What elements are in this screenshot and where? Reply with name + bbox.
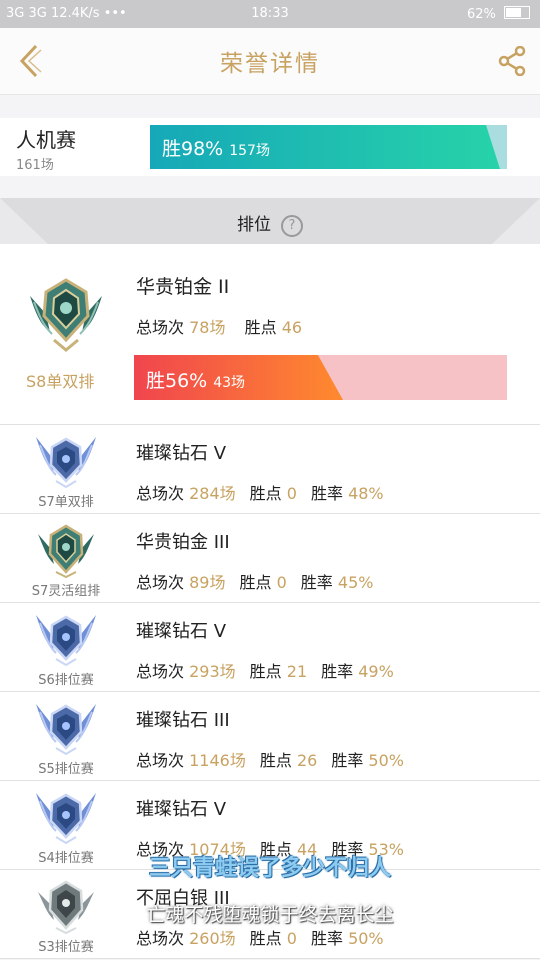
points-label: 胜点 <box>239 573 272 592</box>
share-icon <box>498 45 526 77</box>
total-label: 总场次 <box>136 751 185 770</box>
rate-label: 胜率 <box>300 573 333 592</box>
ai-wins: 157场 <box>229 143 270 159</box>
total-label: 总场次 <box>136 573 185 592</box>
points-label: 胜点 <box>249 662 282 681</box>
rate-value: 50% <box>368 751 404 770</box>
app-header: 荣誉详情 <box>0 28 540 95</box>
rate-label: 胜率 <box>321 662 354 681</box>
season-stats: 总场次 260场 胜点 0 胜率 50% <box>136 925 384 949</box>
points-value: 0 <box>286 484 297 503</box>
overlay-caption-line2: 亡魂不残堕魂锁于终去离长尘 <box>146 904 394 926</box>
season-tier: 璀璨钻石 V <box>136 443 227 464</box>
points-label: 胜点 <box>249 929 282 948</box>
total-value: 89场 <box>189 573 226 592</box>
ai-match-count: 161场 <box>16 158 54 173</box>
battery-level: 62% <box>466 7 496 22</box>
share-button[interactable] <box>498 45 526 77</box>
points-value: 0 <box>286 929 297 948</box>
battery-icon <box>504 6 530 19</box>
points-value: 21 <box>286 662 308 681</box>
season-stats: 总场次 89场 胜点 0 胜率 45% <box>136 569 373 593</box>
points-label: 胜点 <box>249 484 282 503</box>
season-label: S3排位赛 <box>38 940 94 955</box>
current-season-card[interactable]: S8单双排 华贵铂金 II 总场次 78场 胜点 46 胜56% 43场 <box>0 244 540 425</box>
total-label: 总场次 <box>136 929 185 948</box>
season-label: S6排位赛 <box>38 673 94 688</box>
points-label: 胜点 <box>259 751 292 770</box>
current-tier: 华贵铂金 II <box>136 276 230 298</box>
season-stats: 总场次 284场 胜点 0 胜率 48% <box>136 480 384 504</box>
clock: 18:33 <box>251 6 289 21</box>
season-tier: 华贵铂金 III <box>136 532 230 553</box>
diamond-rank-emblem-icon <box>36 704 96 756</box>
ai-match-title: 人机赛 <box>16 128 76 152</box>
total-label: 总场次 <box>136 484 185 503</box>
rate-value: 45% <box>337 573 374 592</box>
total-value: 284场 <box>189 484 236 503</box>
overlay-caption-line1: 三只青蛙误了多少不归人 <box>148 856 391 881</box>
total-value: 260场 <box>189 929 236 948</box>
platinum-rank-emblem-icon <box>30 278 102 352</box>
total-value: 293场 <box>189 662 236 681</box>
total-value: 78场 <box>189 318 226 337</box>
total-label: 总场次 <box>136 662 185 681</box>
ai-win-bar-label: 胜98% 157场 <box>162 134 270 161</box>
season-row[interactable]: S7单双排 璀璨钻石 V 总场次 284场 胜点 0 胜率 48% <box>0 425 540 514</box>
current-wins: 43场 <box>213 375 246 391</box>
season-label: S7灵活组排 <box>31 584 101 599</box>
season-tier: 璀璨钻石 III <box>136 710 230 731</box>
ranked-section-header: 排位? <box>0 198 540 244</box>
points-value: 0 <box>276 573 287 592</box>
diamond-rank-emblem-icon <box>36 437 96 489</box>
section-title: 排位 <box>237 215 271 235</box>
rate-label: 胜率 <box>331 751 364 770</box>
section-title-wrap: 排位? <box>0 210 540 237</box>
ai-win-rate: 胜98% <box>162 138 224 160</box>
rate-value: 49% <box>358 662 394 681</box>
season-row[interactable]: S6排位赛 璀璨钻石 V 总场次 293场 胜点 21 胜率 49% <box>0 603 540 692</box>
points-value: 26 <box>296 751 318 770</box>
total-label: 总场次 <box>136 318 185 337</box>
current-season-label: S8单双排 <box>26 372 95 391</box>
current-win-rate: 胜56% <box>146 370 208 392</box>
season-row[interactable]: S7灵活组排 华贵铂金 III 总场次 89场 胜点 0 胜率 45% <box>0 514 540 603</box>
rate-value: 50% <box>348 929 384 948</box>
page-title: 荣誉详情 <box>220 51 320 77</box>
battery-status: 62% <box>467 6 530 22</box>
season-row[interactable]: S5排位赛 璀璨钻石 III 总场次 1146场 胜点 26 胜率 50% <box>0 692 540 781</box>
current-win-bar-label: 胜56% 43场 <box>146 366 245 393</box>
season-tier: 璀璨钻石 V <box>136 621 227 642</box>
season-label: S5排位赛 <box>38 762 94 777</box>
current-stats: 总场次 78场 胜点 46 <box>136 314 302 338</box>
points-value: 46 <box>281 318 303 337</box>
diamond-rank-emblem-icon <box>36 615 96 667</box>
rate-label: 胜率 <box>310 929 343 948</box>
total-value: 1146场 <box>189 751 246 770</box>
points-label: 胜点 <box>244 318 277 337</box>
rate-label: 胜率 <box>310 484 343 503</box>
season-stats: 总场次 1146场 胜点 26 胜率 50% <box>136 747 404 771</box>
season-stats: 总场次 293场 胜点 21 胜率 49% <box>136 658 394 682</box>
question-circle-icon[interactable]: ? <box>281 215 303 237</box>
rate-value: 48% <box>348 484 384 503</box>
season-label: S7单双排 <box>38 495 94 510</box>
season-tier: 璀璨钻石 V <box>136 799 227 820</box>
diamond-rank-emblem-icon <box>36 793 96 845</box>
platinum-rank-emblem-icon <box>38 524 94 578</box>
status-bar: 3G 3G 12.4K/s ••• 18:33 62% <box>0 0 540 28</box>
ai-match-summary: 人机赛 161场 胜98% 157场 <box>0 118 540 176</box>
